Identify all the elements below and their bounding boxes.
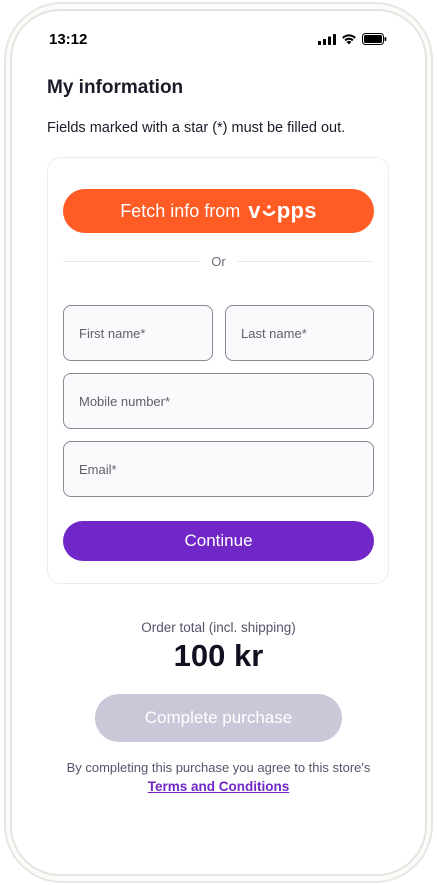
- vipps-smile-icon: [262, 205, 276, 217]
- status-time: 13:12: [49, 31, 88, 48]
- continue-button[interactable]: Continue: [63, 521, 374, 561]
- vipps-logo-right: pps: [276, 198, 317, 223]
- email-placeholder: Email*: [79, 461, 117, 477]
- page-title: My information: [47, 77, 184, 98]
- terms-link-row: Terms and Conditions: [0, 778, 437, 796]
- mobile-number-placeholder: Mobile number*: [79, 393, 171, 409]
- complete-purchase-button[interactable]: Complete purchase: [95, 694, 342, 742]
- vipps-button-label: Fetch info from: [120, 200, 241, 221]
- order-total-label: Order total (incl. shipping): [141, 620, 296, 635]
- terms-notice: By completing this purchase you agree to…: [66, 760, 371, 775]
- order-total-value: 100 kr: [173, 638, 264, 673]
- terms-and-conditions-link[interactable]: Terms and Conditions: [148, 779, 290, 794]
- first-name-field[interactable]: First name*: [63, 305, 213, 361]
- first-name-placeholder: First name*: [79, 325, 146, 341]
- divider-line-right: [237, 261, 374, 262]
- fetch-from-vipps-button[interactable]: Fetch info from v pps: [63, 189, 374, 233]
- vipps-logo: v pps: [248, 198, 317, 224]
- last-name-placeholder: Last name*: [241, 325, 307, 341]
- mobile-number-field[interactable]: Mobile number*: [63, 373, 374, 429]
- battery-icon: [362, 33, 387, 45]
- signal-icon: [318, 33, 336, 45]
- required-fields-note: Fields marked with a star (*) must be fi…: [47, 120, 346, 136]
- status-bar: 13:12: [0, 0, 437, 80]
- vipps-logo-left: v: [248, 198, 261, 223]
- or-divider: Or: [63, 253, 374, 271]
- last-name-field[interactable]: Last name*: [225, 305, 374, 361]
- wifi-icon: [341, 33, 357, 45]
- email-field[interactable]: Email*: [63, 441, 374, 497]
- status-icons: [318, 33, 387, 45]
